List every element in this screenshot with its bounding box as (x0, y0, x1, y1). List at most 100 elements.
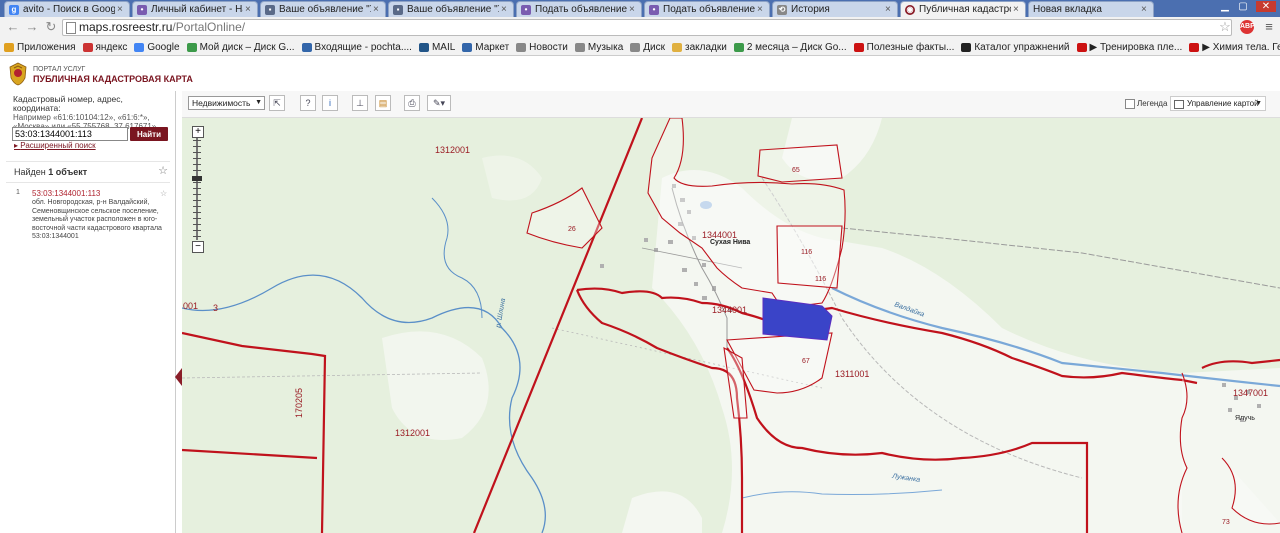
bookmark-item[interactable]: ▶ Химия тела. Гейн... (1189, 42, 1280, 53)
bookmark-item[interactable]: Музыка (574, 42, 623, 53)
bookmark-item[interactable]: Новости (516, 42, 568, 53)
google-icon: g (9, 4, 19, 15)
bookmark-item[interactable]: Приложения (4, 42, 76, 53)
close-icon[interactable]: × (885, 4, 893, 15)
zoom-out-button[interactable]: − (192, 241, 204, 253)
folder-icon (672, 42, 682, 52)
result-address: обл. Новгородская, р-н Валдайский, Семен… (32, 199, 162, 240)
bookmark-item[interactable]: Входящие - pochta.... (301, 41, 412, 53)
map-canvas[interactable]: 1312001 1344001 Сухая Нива 1344001 13110… (182, 118, 1280, 533)
advanced-search-link[interactable]: ▸ Расширенный поиск (14, 141, 96, 150)
address-bar[interactable]: maps.rosreestr.ru/PortalOnline/ (62, 19, 1232, 36)
back-icon[interactable]: ← (6, 20, 20, 34)
bookmark-item[interactable]: Диск (630, 42, 665, 53)
parcel-65[interactable] (757, 144, 843, 183)
bookmark-label: Входящие - pochta.... (314, 41, 412, 53)
layer-select-value: Недвижимость (192, 98, 251, 108)
tab-post-ad-2[interactable]: • Подать объявление — Бе × (644, 1, 770, 17)
close-icon[interactable]: × (1013, 4, 1021, 15)
bookmark-star-icon[interactable]: ☆ (1218, 20, 1232, 34)
close-icon[interactable]: × (245, 4, 253, 15)
quarter-label: 1344001 (712, 305, 747, 315)
tab-cadastral-map[interactable]: ◉ Публичная кадастровая × (900, 1, 1026, 17)
layer-select[interactable]: Недвижимость ▼ (188, 96, 265, 110)
minimize-icon[interactable]: ▁ (1218, 1, 1232, 12)
bookmark-item[interactable]: Google (134, 41, 180, 53)
legend-label: Легенда (1137, 99, 1168, 108)
print-icon[interactable]: ⎙ (404, 95, 420, 111)
select-pointer-icon[interactable]: ⇱ (269, 95, 285, 111)
tab-title: Подать объявление — Бе (535, 4, 627, 15)
maximize-icon[interactable]: ▢ (1236, 1, 1250, 12)
result-star-icon[interactable]: ☆ (160, 189, 167, 198)
favorites-star-icon[interactable]: ☆ (158, 164, 168, 177)
portal-subtitle: ПОРТАЛ УСЛУГ (33, 66, 86, 73)
bookmark-item[interactable]: закладки (672, 42, 727, 53)
bookmark-label: Маркет (475, 41, 510, 53)
tab-post-ad-1[interactable]: • Подать объявление — Бе × (516, 1, 642, 17)
link-tool-icon[interactable]: ✎▾ (427, 95, 451, 111)
collapse-sidebar-handle[interactable] (175, 368, 182, 386)
tab-ad-2[interactable]: ▪ Ваше объявление "Участ × (388, 1, 514, 17)
bookmark-item[interactable]: Маркет (462, 42, 509, 53)
close-icon[interactable]: × (501, 4, 509, 15)
menu-icon[interactable]: ≡ (1262, 20, 1276, 34)
bookmark-label: Полезные факты... (866, 41, 955, 53)
quarter-label: 1312001 (435, 145, 470, 155)
identify-icon[interactable]: ? (300, 95, 316, 111)
bookmark-label: Google (147, 41, 180, 53)
search-sidebar: Кадастровый номер, адрес, координата: На… (0, 91, 176, 533)
close-icon[interactable]: × (117, 4, 125, 15)
zoom-control: + − (192, 126, 204, 253)
music-icon (574, 42, 585, 52)
bookmark-label: закладки (685, 41, 727, 53)
search-input[interactable] (12, 127, 128, 141)
cadastral-map[interactable]: 1312001 1344001 Сухая Нива 1344001 13110… (182, 118, 1280, 533)
found-count: 1 объект (48, 167, 88, 177)
tab-new[interactable]: Новая вкладка × (1028, 1, 1154, 17)
legend-checkbox[interactable] (1125, 99, 1135, 109)
bookmark-item[interactable]: MAIL (418, 42, 455, 53)
map-control-dropdown[interactable]: Управление картой ▼ (1170, 96, 1266, 111)
bookmark-item[interactable]: Полезные факты... (853, 41, 955, 53)
close-icon[interactable]: × (757, 4, 765, 15)
quarter-label: 170205 (294, 388, 304, 418)
tab-personal-cabinet[interactable]: • Личный кабинет - Настр × (132, 1, 258, 17)
close-icon[interactable]: × (373, 4, 381, 15)
tab-avito-google[interactable]: g avito - Поиск в Google × (4, 1, 130, 17)
bookmark-item[interactable]: Мой диск – Диск G... (186, 42, 295, 53)
avito-icon: • (649, 4, 659, 15)
parcel-number-label: 67 (802, 358, 810, 365)
info-icon[interactable]: i (322, 95, 338, 111)
tab-ad-1[interactable]: ▪ Ваше объявление "Участ × (260, 1, 386, 17)
drive-icon (733, 42, 744, 52)
zoom-slider-handle[interactable] (192, 176, 202, 181)
google-icon (134, 42, 145, 52)
zoom-in-button[interactable]: + (192, 126, 204, 138)
forward-icon[interactable]: → (25, 20, 39, 34)
reload-icon[interactable]: ↻ (44, 20, 58, 34)
adblock-icon[interactable]: ABP (1240, 20, 1255, 34)
mail-icon (418, 42, 429, 52)
find-button[interactable]: Найти (130, 127, 168, 141)
browser-tab-strip: g avito - Поиск в Google × • Личный каби… (0, 0, 1280, 17)
result-cadastral-number[interactable]: 53:03:1344001:113 (32, 189, 100, 198)
window-close-icon[interactable]: ✕ (1256, 1, 1276, 12)
bookmark-item[interactable]: Каталог упражнений (961, 42, 1070, 53)
portal-title[interactable]: ПУБЛИЧНАЯ КАДАСТРОВАЯ КАРТА (33, 74, 193, 84)
quarter-label: 1311001 (835, 369, 869, 379)
close-icon[interactable]: × (629, 4, 637, 15)
bookmark-item[interactable]: яндекс (82, 42, 127, 53)
bookmark-item[interactable]: 2 месяца – Диск Go... (733, 42, 847, 53)
close-icon[interactable]: × (1141, 4, 1149, 15)
chevron-down-icon: ▼ (255, 99, 262, 106)
village-name-label: Сухая Нива (710, 239, 750, 246)
tab-history[interactable]: ⟲ История × (772, 1, 898, 17)
bookmark-label: Новости (529, 41, 568, 53)
bookmark-label: ▶ Тренировка пле... (1089, 41, 1183, 53)
layers-icon[interactable]: ▤ (375, 95, 391, 111)
url-host: maps.rosreestr.ru (79, 20, 173, 34)
measure-icon[interactable]: ⊥ (352, 95, 368, 111)
parcel-116[interactable] (776, 225, 843, 289)
bookmark-item[interactable]: ▶ Тренировка пле... (1076, 41, 1183, 53)
